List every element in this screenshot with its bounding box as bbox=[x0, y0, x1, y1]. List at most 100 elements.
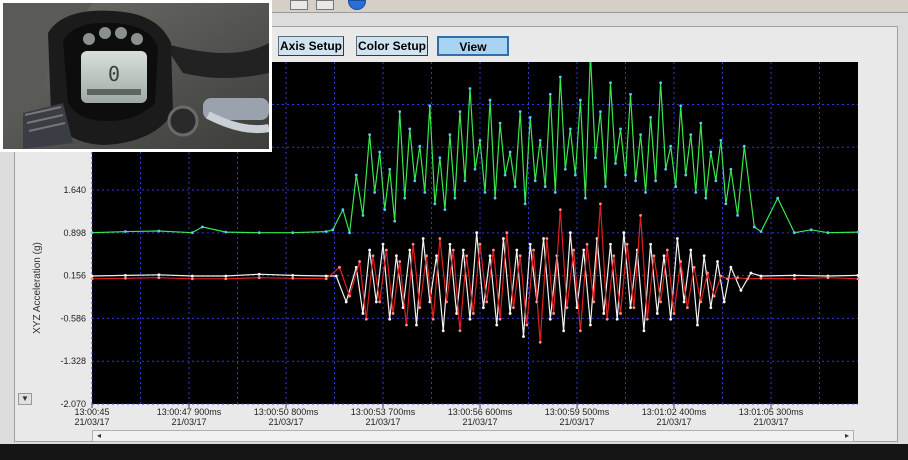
data-point bbox=[523, 202, 527, 206]
x-tick-date: 21/03/17 bbox=[754, 417, 789, 427]
data-point bbox=[257, 231, 261, 235]
data-point bbox=[654, 179, 658, 183]
speed-readout: 0 bbox=[108, 62, 120, 86]
data-point bbox=[157, 229, 161, 233]
data-point bbox=[190, 277, 194, 281]
data-point bbox=[408, 248, 412, 252]
data-point bbox=[384, 248, 388, 252]
data-point bbox=[585, 242, 589, 246]
save-icon[interactable] bbox=[290, 0, 308, 10]
data-point bbox=[533, 179, 537, 183]
data-point bbox=[573, 173, 577, 177]
data-point bbox=[90, 231, 94, 235]
data-point bbox=[589, 323, 592, 327]
data-point bbox=[431, 317, 435, 321]
data-point bbox=[736, 276, 739, 280]
data-point bbox=[752, 225, 756, 229]
scroll-right-icon[interactable]: ▸ bbox=[841, 431, 853, 441]
data-point bbox=[729, 265, 733, 269]
data-point bbox=[438, 237, 442, 240]
data-point bbox=[391, 312, 395, 315]
data-point bbox=[525, 323, 529, 327]
data-point bbox=[475, 231, 479, 235]
data-point bbox=[793, 273, 796, 277]
data-point bbox=[508, 312, 512, 315]
data-point bbox=[513, 185, 517, 188]
data-point bbox=[398, 260, 402, 263]
data-point bbox=[421, 237, 425, 240]
data-point bbox=[388, 167, 392, 171]
data-point bbox=[856, 273, 860, 277]
data-point bbox=[368, 248, 372, 252]
data-point bbox=[518, 110, 522, 113]
data-point bbox=[361, 312, 365, 315]
scroll-left-icon[interactable]: ◂ bbox=[93, 431, 105, 441]
x-tick-date: 21/03/17 bbox=[657, 417, 692, 427]
y-tick-label: 0.898 bbox=[63, 228, 86, 238]
data-point bbox=[729, 167, 733, 171]
axis-setup-button[interactable]: Axis Setup bbox=[278, 36, 344, 56]
data-point bbox=[428, 104, 432, 108]
data-point bbox=[659, 300, 663, 304]
data-point bbox=[682, 300, 686, 304]
data-point bbox=[478, 242, 482, 246]
data-point bbox=[629, 306, 632, 310]
data-point bbox=[502, 237, 505, 240]
data-point bbox=[719, 274, 723, 278]
data-point bbox=[563, 167, 567, 171]
y-tick-label: 0.156 bbox=[63, 271, 86, 281]
scroll-down-button[interactable]: ▼ bbox=[18, 393, 32, 405]
data-point bbox=[642, 329, 646, 333]
data-point bbox=[418, 306, 422, 310]
info-icon[interactable] bbox=[348, 0, 366, 10]
data-point bbox=[538, 340, 542, 344]
data-point bbox=[719, 139, 723, 142]
data-point bbox=[548, 92, 552, 96]
data-point bbox=[405, 323, 408, 327]
data-point bbox=[291, 276, 295, 280]
data-point bbox=[644, 190, 647, 194]
data-point bbox=[348, 231, 351, 235]
color-setup-button[interactable]: Color Setup bbox=[356, 36, 428, 56]
data-point bbox=[548, 317, 552, 321]
x-tick-date: 21/03/17 bbox=[171, 417, 206, 427]
data-point bbox=[435, 254, 438, 258]
data-point bbox=[568, 127, 572, 131]
data-point bbox=[324, 230, 328, 233]
data-point bbox=[552, 312, 556, 315]
data-point bbox=[224, 230, 228, 234]
data-point bbox=[694, 190, 698, 194]
data-point bbox=[324, 277, 328, 281]
x-tick-label: 13:01:05 300ms bbox=[739, 407, 804, 417]
data-point bbox=[532, 248, 535, 252]
print-icon[interactable] bbox=[316, 0, 334, 10]
data-point bbox=[488, 98, 492, 102]
data-point bbox=[257, 276, 261, 280]
data-point bbox=[200, 225, 204, 229]
data-point bbox=[157, 273, 161, 277]
data-point bbox=[686, 306, 689, 310]
data-point bbox=[224, 274, 228, 278]
data-point bbox=[776, 196, 780, 200]
data-point bbox=[423, 190, 427, 194]
data-point bbox=[393, 219, 397, 223]
data-point bbox=[471, 312, 475, 315]
data-point bbox=[348, 294, 351, 298]
data-point bbox=[609, 81, 612, 85]
horizontal-scrollbar[interactable]: ◂ ▸ bbox=[92, 430, 854, 442]
data-point bbox=[809, 228, 813, 232]
data-point bbox=[461, 248, 465, 252]
data-point bbox=[665, 248, 669, 252]
data-point bbox=[629, 92, 632, 96]
data-point bbox=[495, 323, 499, 327]
data-point bbox=[378, 300, 382, 304]
data-point bbox=[224, 277, 228, 281]
data-point bbox=[408, 127, 412, 131]
data-point bbox=[433, 202, 437, 206]
data-point bbox=[652, 254, 656, 258]
data-point bbox=[655, 312, 659, 315]
view-button[interactable]: View bbox=[437, 36, 509, 56]
data-point bbox=[411, 242, 415, 246]
data-point bbox=[558, 208, 562, 212]
data-point bbox=[503, 173, 507, 177]
